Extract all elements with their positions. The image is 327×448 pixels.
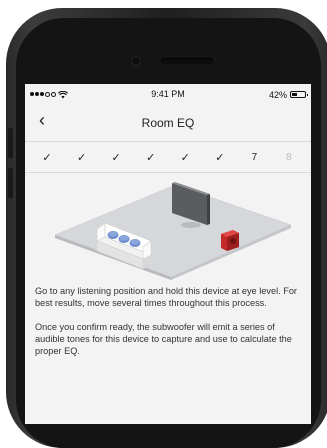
volume-down-button bbox=[8, 168, 13, 198]
instruction-paragraph-1: Go to any listening position and hold th… bbox=[35, 286, 297, 308]
step-7: 7 bbox=[251, 151, 258, 163]
battery-icon bbox=[290, 91, 308, 98]
tv-stand bbox=[181, 222, 201, 228]
earpiece-speaker bbox=[161, 58, 213, 64]
room-illustration bbox=[25, 173, 311, 285]
step-progress: ✓ ✓ ✓ ✓ ✓ ✓ 7 8 bbox=[25, 142, 311, 173]
step-1: ✓ bbox=[42, 151, 52, 164]
step-5: ✓ bbox=[180, 151, 190, 164]
page-title: Room EQ bbox=[141, 116, 195, 130]
step-2: ✓ bbox=[76, 151, 87, 164]
instructions: Go to any listening position and hold th… bbox=[25, 285, 311, 357]
instruction-paragraph-2: Once you confirm ready, the subwoofer wi… bbox=[35, 322, 292, 356]
volume-up-button bbox=[8, 128, 13, 158]
step-4: ✓ bbox=[146, 151, 156, 164]
chevron-left-icon[interactable]: ‹ bbox=[39, 110, 45, 131]
screen: 9:41 PM 42% ‹ Room EQ ✓ ✓ ✓ ✓ ✓ ✓ 7 8 Go… bbox=[25, 84, 311, 424]
status-time: 9:41 PM bbox=[151, 89, 185, 99]
step-6: ✓ bbox=[215, 151, 225, 164]
subwoofer-driver bbox=[230, 238, 236, 244]
step-8: 8 bbox=[286, 151, 292, 163]
navigation-bar: ‹ Room EQ bbox=[25, 105, 311, 142]
tv-side bbox=[207, 194, 210, 225]
step-3: ✓ bbox=[111, 151, 121, 164]
room-illustration-graphic bbox=[54, 182, 292, 280]
front-camera bbox=[132, 57, 140, 65]
status-bar: 9:41 PM 42% bbox=[25, 84, 311, 105]
